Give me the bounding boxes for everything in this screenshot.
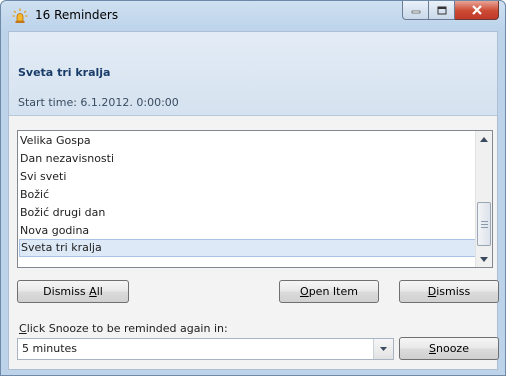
close-button[interactable] bbox=[455, 1, 499, 20]
list-item-label: Božić bbox=[20, 188, 50, 201]
caption-buttons bbox=[402, 1, 499, 21]
button-label: nooze bbox=[436, 342, 469, 355]
snooze-hint: Click Snooze to be reminded again in: bbox=[19, 322, 228, 335]
minimize-icon bbox=[411, 10, 420, 14]
snooze-duration-select[interactable]: 5 minutes bbox=[17, 338, 394, 360]
chevron-down-icon bbox=[380, 347, 387, 351]
list-item-label: Božić drugi dan bbox=[20, 206, 106, 219]
snooze-hint-text: lick Snooze to be reminded again in: bbox=[26, 322, 228, 335]
list-item[interactable]: Božić bbox=[19, 186, 476, 204]
maximize-icon bbox=[437, 6, 446, 14]
list-item-label: Velika Gospa bbox=[20, 134, 91, 147]
button-label: ismiss bbox=[436, 285, 471, 298]
mnemonic-letter: C bbox=[19, 322, 27, 335]
title-bar[interactable]: 16 Reminders bbox=[1, 1, 505, 31]
list-item-label: Svi sveti bbox=[20, 170, 67, 183]
reminder-subject: Sveta tri kralja bbox=[18, 66, 111, 79]
list-item[interactable]: Svi sveti bbox=[19, 168, 476, 186]
button-label: pen Item bbox=[308, 285, 358, 298]
reminder-client-area: Sveta tri kralja Start time: 6.1.2012. 0… bbox=[8, 31, 499, 370]
window-title: 16 Reminders bbox=[35, 8, 119, 22]
reminder-bell-icon bbox=[12, 8, 28, 23]
scroll-thumb[interactable] bbox=[477, 202, 491, 246]
open-item-button[interactable]: Open Item bbox=[279, 280, 379, 303]
snooze-duration-value: 5 minutes bbox=[22, 342, 78, 355]
grip-line bbox=[481, 221, 488, 222]
reminder-start-time: Start time: 6.1.2012. 0:00:00 bbox=[18, 96, 179, 109]
arrow-up-icon bbox=[480, 136, 488, 142]
reminder-header: Sveta tri kralja Start time: 6.1.2012. 0… bbox=[9, 32, 497, 116]
list-item-selected[interactable]: Sveta tri kralja bbox=[19, 239, 476, 257]
dismiss-button[interactable]: Dismiss bbox=[399, 280, 499, 303]
grip-line bbox=[481, 227, 488, 228]
maximize-button[interactable] bbox=[429, 1, 455, 20]
reminder-list[interactable]: Velika Gospa Dan nezavisnosti Svi sveti … bbox=[17, 130, 493, 268]
scroll-down-button[interactable] bbox=[476, 251, 492, 267]
mnemonic-letter: A bbox=[89, 285, 97, 298]
list-scrollbar[interactable] bbox=[475, 131, 492, 267]
mnemonic-letter: D bbox=[427, 285, 437, 298]
list-item[interactable]: Božić drugi dan bbox=[19, 204, 476, 222]
button-label: Dismiss bbox=[43, 285, 90, 298]
dropdown-button[interactable] bbox=[373, 339, 393, 359]
mnemonic-letter: O bbox=[300, 285, 309, 298]
list-item[interactable]: Nova godina bbox=[19, 222, 476, 240]
reminders-window: 16 Reminders Sveta tri kralja Start time… bbox=[0, 0, 506, 376]
dismiss-all-button[interactable]: Dismiss All bbox=[17, 280, 129, 303]
list-item[interactable]: Dan nezavisnosti bbox=[19, 150, 476, 168]
list-item-label: Dan nezavisnosti bbox=[20, 152, 115, 165]
list-item-label: Nova godina bbox=[20, 224, 90, 237]
list-item-label: Sveta tri kralja bbox=[21, 241, 102, 254]
grip-line bbox=[481, 224, 488, 225]
close-icon bbox=[471, 5, 482, 15]
arrow-down-icon bbox=[480, 256, 488, 262]
snooze-button[interactable]: Snooze bbox=[399, 337, 499, 360]
scroll-up-button[interactable] bbox=[476, 131, 492, 147]
minimize-button[interactable] bbox=[402, 1, 429, 20]
list-item[interactable]: Velika Gospa bbox=[19, 132, 476, 150]
mnemonic-letter: S bbox=[429, 342, 436, 355]
button-label: ll bbox=[96, 285, 103, 298]
